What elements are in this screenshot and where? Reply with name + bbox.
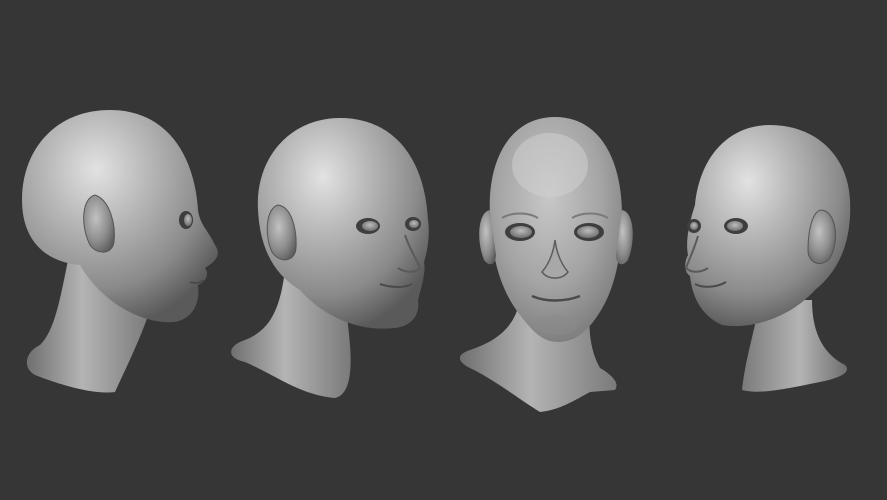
head-sculpt-turnaround [22,110,851,412]
head-view-front [459,117,633,412]
render-viewport [0,0,887,500]
head-view-three-quarter-left [684,125,851,392]
head-view-side-profile [22,110,218,393]
head-view-three-quarter-right [231,118,429,398]
